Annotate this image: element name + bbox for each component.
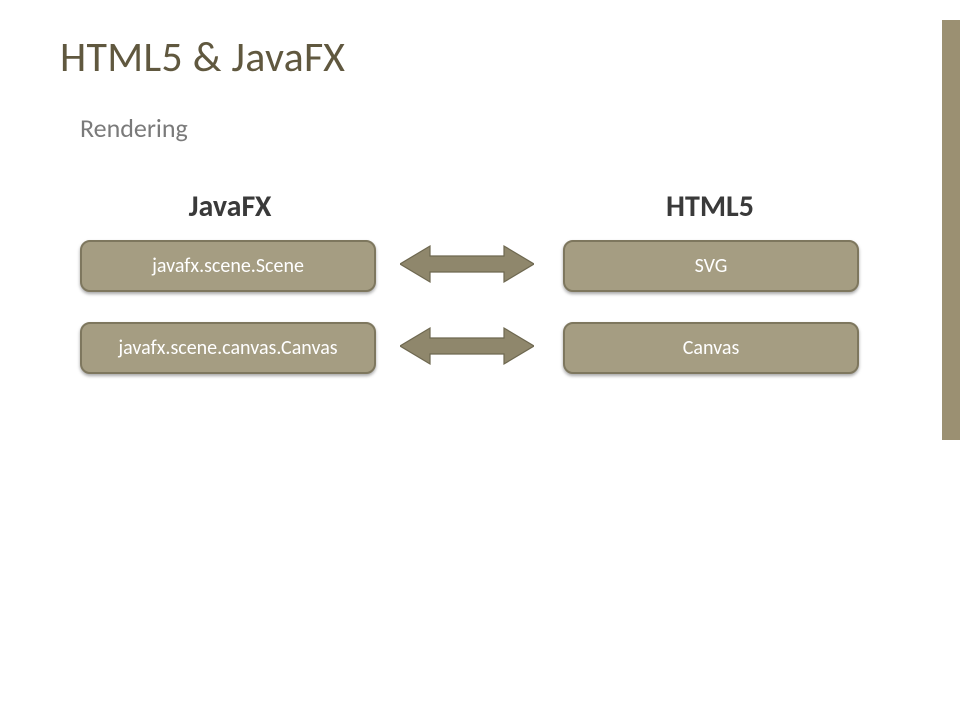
slide-title: HTML5 & JavaFX	[60, 32, 345, 83]
double-arrow-icon	[400, 244, 534, 284]
box-svg: SVG	[563, 240, 859, 292]
column-heading-javafx: JavaFX	[130, 188, 330, 225]
column-heading-html5: HTML5	[610, 188, 810, 225]
double-arrow-icon	[400, 326, 534, 366]
box-javafx-scene: javafx.scene.Scene	[80, 240, 376, 292]
slide-subtitle: Rendering	[80, 112, 188, 144]
box-canvas: Canvas	[563, 322, 859, 374]
accent-bar	[942, 20, 960, 440]
box-javafx-canvas: javafx.scene.canvas.Canvas	[80, 322, 376, 374]
